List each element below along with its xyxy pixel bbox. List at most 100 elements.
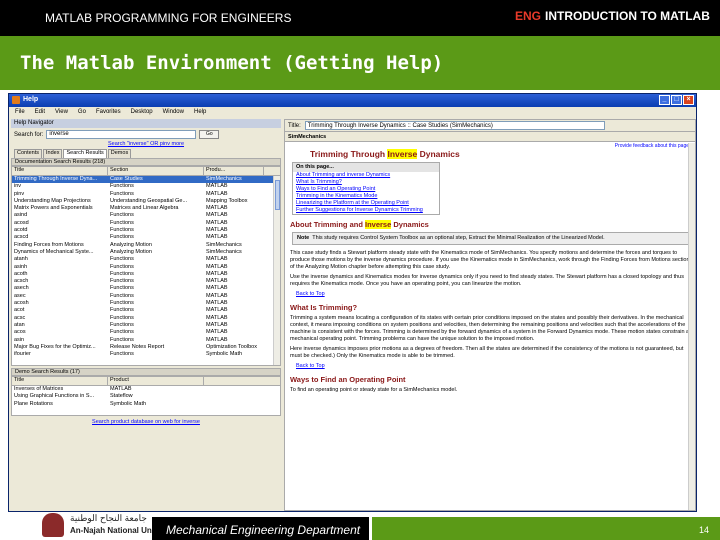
menu-help[interactable]: Help bbox=[194, 109, 206, 118]
back-to-top-link[interactable]: Back to Top bbox=[296, 291, 690, 298]
table-row[interactable]: Using Graphical Functions in S... Statefl… bbox=[12, 393, 280, 400]
table-row[interactable]: asin Functions MATLAB bbox=[12, 337, 280, 344]
toc-link[interactable]: Linearizing the Platform at the Operatin… bbox=[293, 200, 439, 207]
table-cell: SimMechanics bbox=[206, 248, 242, 255]
about-highlight: Inverse bbox=[365, 220, 392, 229]
table-row[interactable]: atanh Functions MATLAB bbox=[12, 256, 280, 263]
table-row[interactable]: acoth Functions MATLAB bbox=[12, 271, 280, 278]
university-name-arabic: جامعة النجاح الوطنية bbox=[70, 513, 147, 523]
table-cell: MATLAB bbox=[206, 212, 228, 219]
table-cell: asinh bbox=[14, 263, 28, 270]
about-text-a: About Trimming and bbox=[290, 220, 365, 229]
doc-results-scrollbar[interactable] bbox=[273, 176, 280, 365]
table-row[interactable]: acosd Functions MATLAB bbox=[12, 220, 280, 227]
menu-view[interactable]: View bbox=[55, 109, 68, 118]
window-title: Help bbox=[23, 96, 39, 103]
table-row[interactable]: asind Functions MATLAB bbox=[12, 212, 280, 219]
table-row[interactable]: acosh Functions MATLAB bbox=[12, 300, 280, 307]
table-cell: acosd bbox=[14, 219, 29, 226]
column-title[interactable]: Title bbox=[12, 377, 108, 385]
table-row[interactable]: Inverses of Matrices MATLAB bbox=[12, 386, 280, 393]
back-to-top-link[interactable]: Back to Top bbox=[296, 363, 690, 370]
document-pane: Title: Trimming Through Inverse Dynamics… bbox=[284, 119, 696, 511]
doc-title-field[interactable]: Trimming Through Inverse Dynamics :: Cas… bbox=[304, 121, 605, 130]
table-row[interactable]: Dynamics of Mechanical Syste... Analyzing… bbox=[12, 249, 280, 256]
maximize-icon[interactable]: □ bbox=[671, 95, 682, 105]
table-cell: Matrices and Linear Algebra bbox=[110, 205, 179, 212]
search-row: Search for: inverse Go bbox=[11, 128, 281, 141]
table-row[interactable]: pinv Functions MATLAB bbox=[12, 191, 280, 198]
table-row[interactable]: acotd Functions MATLAB bbox=[12, 227, 280, 234]
toc-link[interactable]: Further Suggestions for Inverse Dynamics… bbox=[293, 207, 439, 214]
table-row[interactable]: Major Bug Fixes for the Optimiz... Releas… bbox=[12, 344, 280, 351]
menu-file[interactable]: File bbox=[15, 109, 25, 118]
menu-go[interactable]: Go bbox=[78, 109, 86, 118]
search-suggestion-link[interactable]: Search "inverse" OR pinv more bbox=[11, 141, 281, 149]
window-titlebar[interactable]: Help _ □ × bbox=[9, 94, 696, 107]
search-input[interactable]: inverse bbox=[46, 130, 197, 139]
toc-link[interactable]: Trimming in the Kinematics Mode bbox=[293, 193, 439, 200]
doc-scrollbar[interactable] bbox=[688, 143, 695, 510]
table-cell: asin bbox=[14, 336, 25, 343]
menu-desktop[interactable]: Desktop bbox=[131, 109, 153, 118]
table-row[interactable]: inv Functions MATLAB bbox=[12, 183, 280, 190]
on-this-page-heading: On this page... bbox=[293, 163, 439, 172]
menu-window[interactable]: Window bbox=[163, 109, 184, 118]
doc-results-header[interactable]: Documentation Search Results (218) bbox=[11, 158, 281, 166]
course-subtitle: ENG INTRODUCTION TO MATLAB bbox=[515, 9, 710, 23]
column-product[interactable]: Product bbox=[108, 377, 204, 385]
tab-index[interactable]: Index bbox=[43, 149, 63, 158]
table-cell: MATLAB bbox=[206, 329, 228, 336]
table-cell: Inverses of Matrices bbox=[14, 386, 64, 392]
table-cell: Case Studies bbox=[110, 176, 143, 182]
go-button[interactable]: Go bbox=[199, 130, 220, 139]
table-cell: MATLAB bbox=[206, 227, 228, 234]
tab-demos[interactable]: Demos bbox=[107, 149, 132, 158]
column-product[interactable]: Produ... bbox=[204, 167, 264, 175]
demo-results-header[interactable]: Demo Search Results (17) bbox=[11, 368, 281, 376]
menu-edit[interactable]: Edit bbox=[35, 109, 45, 118]
toc-link[interactable]: Ways to Find an Operating Point bbox=[293, 186, 439, 193]
menu-favorites[interactable]: Favorites bbox=[96, 109, 121, 118]
table-row[interactable]: ifourier Functions Symbolic Math bbox=[12, 351, 280, 358]
table-cell: Functions bbox=[110, 307, 134, 314]
table-row[interactable]: acos Functions MATLAB bbox=[12, 329, 280, 336]
toc-link[interactable]: What Is Trimming? bbox=[293, 179, 439, 186]
table-cell: Understanding Geospatial Ge... bbox=[110, 197, 188, 204]
close-icon[interactable]: × bbox=[683, 95, 694, 105]
demo-results-rows: Inverses of Matrices MATLAB Using Graphica… bbox=[12, 386, 280, 408]
table-cell: Functions bbox=[110, 329, 134, 336]
table-row[interactable]: Understanding Map Projections Understandi… bbox=[12, 198, 280, 205]
table-row[interactable]: acsch Functions MATLAB bbox=[12, 278, 280, 285]
heading-text-b: Dynamics bbox=[417, 149, 460, 159]
tab-contents[interactable]: Contents bbox=[14, 149, 43, 158]
column-section[interactable]: Section bbox=[108, 167, 204, 175]
table-row[interactable]: asec Functions MATLAB bbox=[12, 293, 280, 300]
scroll-thumb[interactable] bbox=[275, 180, 280, 210]
table-cell: ifourier bbox=[14, 351, 31, 358]
table-row[interactable]: Finding Forces from Motions Analyzing Mot… bbox=[12, 242, 280, 249]
table-row[interactable]: acot Functions MATLAB bbox=[12, 307, 280, 314]
table-row[interactable]: Plane Rotations Symbolic Math bbox=[12, 401, 280, 408]
table-cell: MATLAB bbox=[206, 300, 228, 307]
column-title[interactable]: Title bbox=[12, 167, 108, 175]
table-cell: SimMechanics bbox=[206, 176, 242, 182]
slide-title: The Matlab Environment (Getting Help) bbox=[20, 52, 444, 74]
table-row[interactable]: acscd Functions MATLAB bbox=[12, 234, 280, 241]
product-database-link[interactable]: Search product database on web for inver… bbox=[11, 416, 281, 425]
tab-search-results[interactable]: Search Results bbox=[63, 149, 107, 158]
table-row[interactable]: asech Functions MATLAB bbox=[12, 285, 280, 292]
navigator-tabs: Contents Index Search Results Demos bbox=[11, 149, 281, 158]
toc-link[interactable]: About Trimming and inverse Dynamics bbox=[293, 172, 439, 179]
table-row[interactable]: atan Functions MATLAB bbox=[12, 322, 280, 329]
table-cell: Finding Forces from Motions bbox=[14, 241, 84, 248]
table-row[interactable]: asinh Functions MATLAB bbox=[12, 264, 280, 271]
doc-breadcrumb[interactable]: SimMechanics bbox=[285, 132, 695, 142]
table-row[interactable]: acsc Functions MATLAB bbox=[12, 315, 280, 322]
table-row[interactable]: Trimming Through Inverse Dyna... Case Stu… bbox=[12, 176, 280, 184]
table-cell: MATLAB bbox=[110, 386, 132, 392]
navigator-header: Help Navigator bbox=[11, 119, 281, 128]
minimize-icon[interactable]: _ bbox=[659, 95, 670, 105]
table-row[interactable]: Matrix Powers and Exponentials Matrices a… bbox=[12, 205, 280, 212]
feedback-link[interactable]: Provide feedback about this page bbox=[615, 143, 689, 150]
